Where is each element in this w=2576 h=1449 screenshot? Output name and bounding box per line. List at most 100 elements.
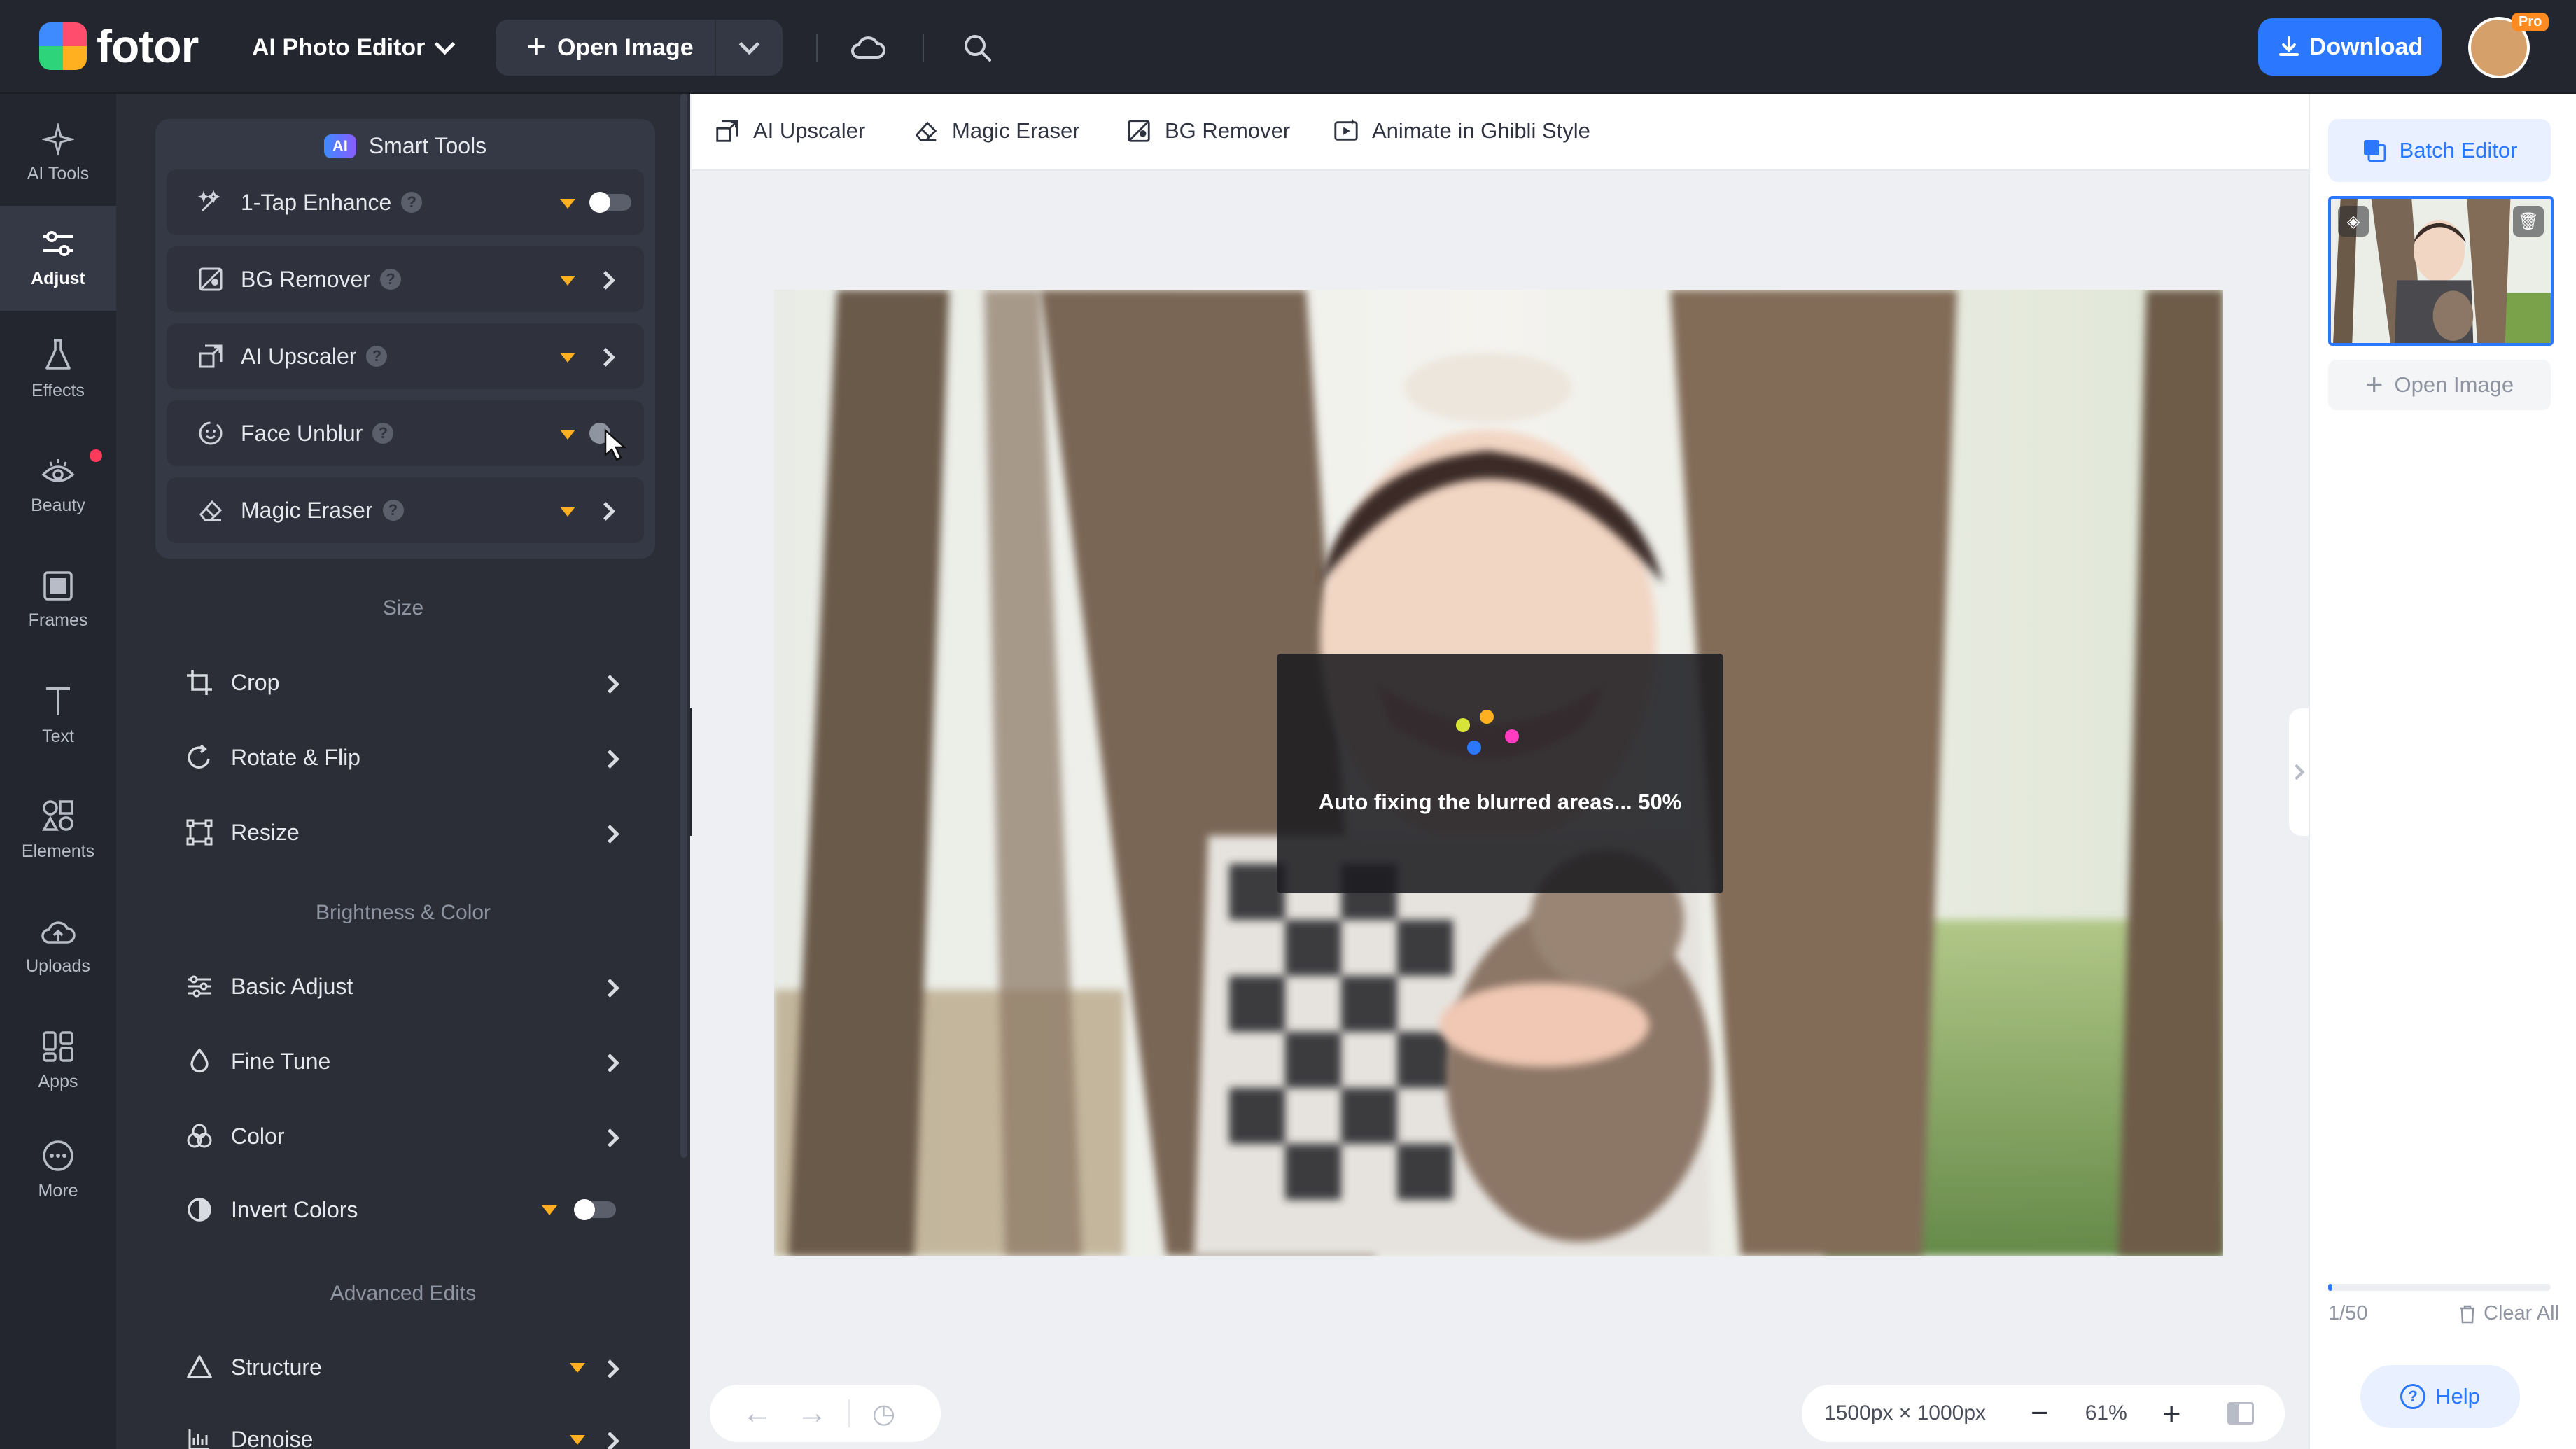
clear-all-button[interactable]: Clear All: [2458, 1302, 2559, 1325]
tool-label: Denoise: [231, 1426, 314, 1449]
left-rail: AI Tools Adjust Effects Beauty Frames Te…: [0, 94, 116, 1449]
rail-item-beauty[interactable]: Beauty: [0, 433, 116, 538]
compare-icon[interactable]: [2227, 1402, 2254, 1424]
smart-tool-label: BG Remover: [241, 266, 370, 292]
trash-icon[interactable]: 🗑: [2513, 206, 2544, 237]
rail-item-adjust[interactable]: Adjust: [0, 206, 116, 311]
quick-tool-animate-ghibli[interactable]: Animate in Ghibli Style: [1333, 118, 1590, 144]
quick-tool-magic-eraser[interactable]: Magic Eraser: [913, 118, 1080, 144]
smart-tools-header: AI Smart Tools: [155, 133, 655, 159]
tool-label: Basic Adjust: [231, 973, 354, 999]
color-icon: [183, 1122, 216, 1150]
tool-row-denoise[interactable]: Denoise: [183, 1411, 631, 1449]
quick-tool-label: Magic Eraser: [952, 118, 1080, 143]
search-icon[interactable]: [956, 27, 998, 69]
spinner-dot: [1467, 741, 1481, 755]
panel-scrollbar[interactable]: [680, 94, 687, 1158]
history-icon[interactable]: ◷: [872, 1398, 895, 1429]
face-icon: [195, 419, 227, 447]
image-thumbnail[interactable]: ◈ 🗑: [2328, 196, 2554, 346]
tool-row-invert-colors[interactable]: Invert Colors: [183, 1182, 631, 1238]
crop-icon: [183, 668, 216, 696]
fotor-logo[interactable]: fotor: [39, 20, 199, 72]
redo-icon[interactable]: →: [797, 1396, 827, 1431]
open-image-button[interactable]: + Open Image: [496, 20, 716, 76]
tool-label: Crop: [231, 669, 280, 695]
tool-row-crop[interactable]: Crop: [183, 654, 631, 710]
shapes-icon: [42, 799, 74, 831]
smart-tool-magic-eraser[interactable]: Magic Eraser ?: [167, 477, 644, 543]
help-icon[interactable]: ?: [382, 500, 404, 521]
zoom-out-button[interactable]: −: [2031, 1396, 2049, 1431]
open-image-label: Open Image: [2394, 372, 2514, 397]
smart-tool-face-unblur[interactable]: Face Unblur ?: [167, 400, 644, 466]
chevron-right-icon: [601, 979, 620, 997]
smart-tool-1-tap-enhance[interactable]: 1-Tap Enhance ?: [167, 169, 644, 235]
batch-editor-label: Batch Editor: [2399, 138, 2518, 162]
tool-row-color[interactable]: Color: [183, 1108, 631, 1164]
right-panel: Batch Editor ◈ 🗑 + Open Image 1/50 Clear…: [2309, 94, 2576, 1449]
rail-item-more[interactable]: More: [0, 1117, 116, 1222]
rail-item-ai-tools[interactable]: AI Tools: [0, 101, 116, 206]
smart-tool-ai-upscaler[interactable]: AI Upscaler ?: [167, 323, 644, 389]
help-button[interactable]: ? Help: [2360, 1365, 2520, 1428]
adjust-panel: AI Smart Tools 1-Tap Enhance ? BG Remove…: [116, 94, 690, 1449]
layers-icon[interactable]: ◈: [2338, 206, 2369, 237]
undo-icon[interactable]: ←: [742, 1396, 773, 1431]
toggle-1-tap-enhance[interactable]: [589, 192, 631, 213]
flask-icon: [46, 338, 71, 370]
trash-icon: [2460, 1305, 2474, 1323]
divider: [923, 34, 924, 62]
divider: [848, 1399, 850, 1427]
image-count: 1/50: [2328, 1302, 2368, 1324]
app-menu-dropdown[interactable]: AI Photo Editor: [252, 28, 456, 67]
help-icon[interactable]: ?: [372, 423, 394, 444]
tool-label: Color: [231, 1123, 285, 1149]
quick-tool-bg-remover[interactable]: BG Remover: [1126, 118, 1290, 144]
help-icon[interactable]: ?: [401, 192, 423, 213]
open-image-dropdown[interactable]: [716, 20, 783, 76]
tool-row-structure[interactable]: Structure: [183, 1339, 631, 1395]
rail-item-frames[interactable]: Frames: [0, 547, 116, 652]
tool-label: Structure: [231, 1354, 322, 1380]
rail-item-effects[interactable]: Effects: [0, 316, 116, 421]
upscaler-icon: [716, 120, 738, 142]
premium-crown-icon: [560, 430, 575, 440]
rail-item-apps[interactable]: Apps: [0, 1008, 116, 1113]
chevron-right-icon: [601, 1128, 620, 1147]
rail-item-text[interactable]: Text: [0, 662, 116, 767]
help-icon: ?: [2400, 1384, 2426, 1409]
quick-tools-bar: AI Upscaler Magic Eraser BG Remover Anim…: [692, 94, 2309, 171]
help-icon[interactable]: ?: [379, 269, 401, 290]
clear-all-label: Clear All: [2484, 1302, 2559, 1324]
help-icon[interactable]: ?: [366, 346, 388, 367]
rail-item-elements[interactable]: Elements: [0, 777, 116, 882]
resize-icon: [183, 818, 216, 846]
cloud-icon[interactable]: [847, 27, 889, 69]
sliders-icon: [183, 972, 216, 1000]
quick-tool-label: Animate in Ghibli Style: [1372, 118, 1590, 143]
rail-item-label: Effects: [31, 380, 85, 400]
tool-row-fine-tune[interactable]: Fine Tune: [183, 1033, 631, 1089]
image-dimensions: 1500px × 1000px: [1824, 1401, 1987, 1424]
tool-row-basic-adjust[interactable]: Basic Adjust: [183, 958, 631, 1014]
app-menu-label: AI Photo Editor: [252, 34, 426, 61]
rail-item-label: Apps: [38, 1071, 78, 1091]
tool-label: Invert Colors: [231, 1196, 358, 1222]
zoom-in-button[interactable]: +: [2162, 1394, 2181, 1432]
smart-tool-bg-remover[interactable]: BG Remover ?: [167, 246, 644, 312]
download-button[interactable]: Download: [2258, 18, 2442, 76]
rail-item-uploads[interactable]: Uploads: [0, 893, 116, 998]
expand-right-panel-button[interactable]: [2288, 708, 2309, 836]
rail-item-label: Frames: [28, 610, 88, 630]
smart-tools-title: Smart Tools: [368, 133, 487, 158]
quick-tool-ai-upscaler[interactable]: AI Upscaler: [714, 118, 865, 144]
rotate-icon: [183, 743, 216, 771]
zoom-level[interactable]: 61%: [2085, 1401, 2127, 1425]
toggle-invert-colors[interactable]: [574, 1199, 616, 1220]
processing-overlay: Auto fixing the blurred areas... 50%: [1277, 654, 1723, 893]
tool-row-rotate-flip[interactable]: Rotate & Flip: [183, 729, 631, 785]
tool-row-resize[interactable]: Resize: [183, 804, 631, 860]
open-image-button-secondary[interactable]: + Open Image: [2328, 360, 2551, 410]
batch-editor-button[interactable]: Batch Editor: [2328, 119, 2551, 182]
